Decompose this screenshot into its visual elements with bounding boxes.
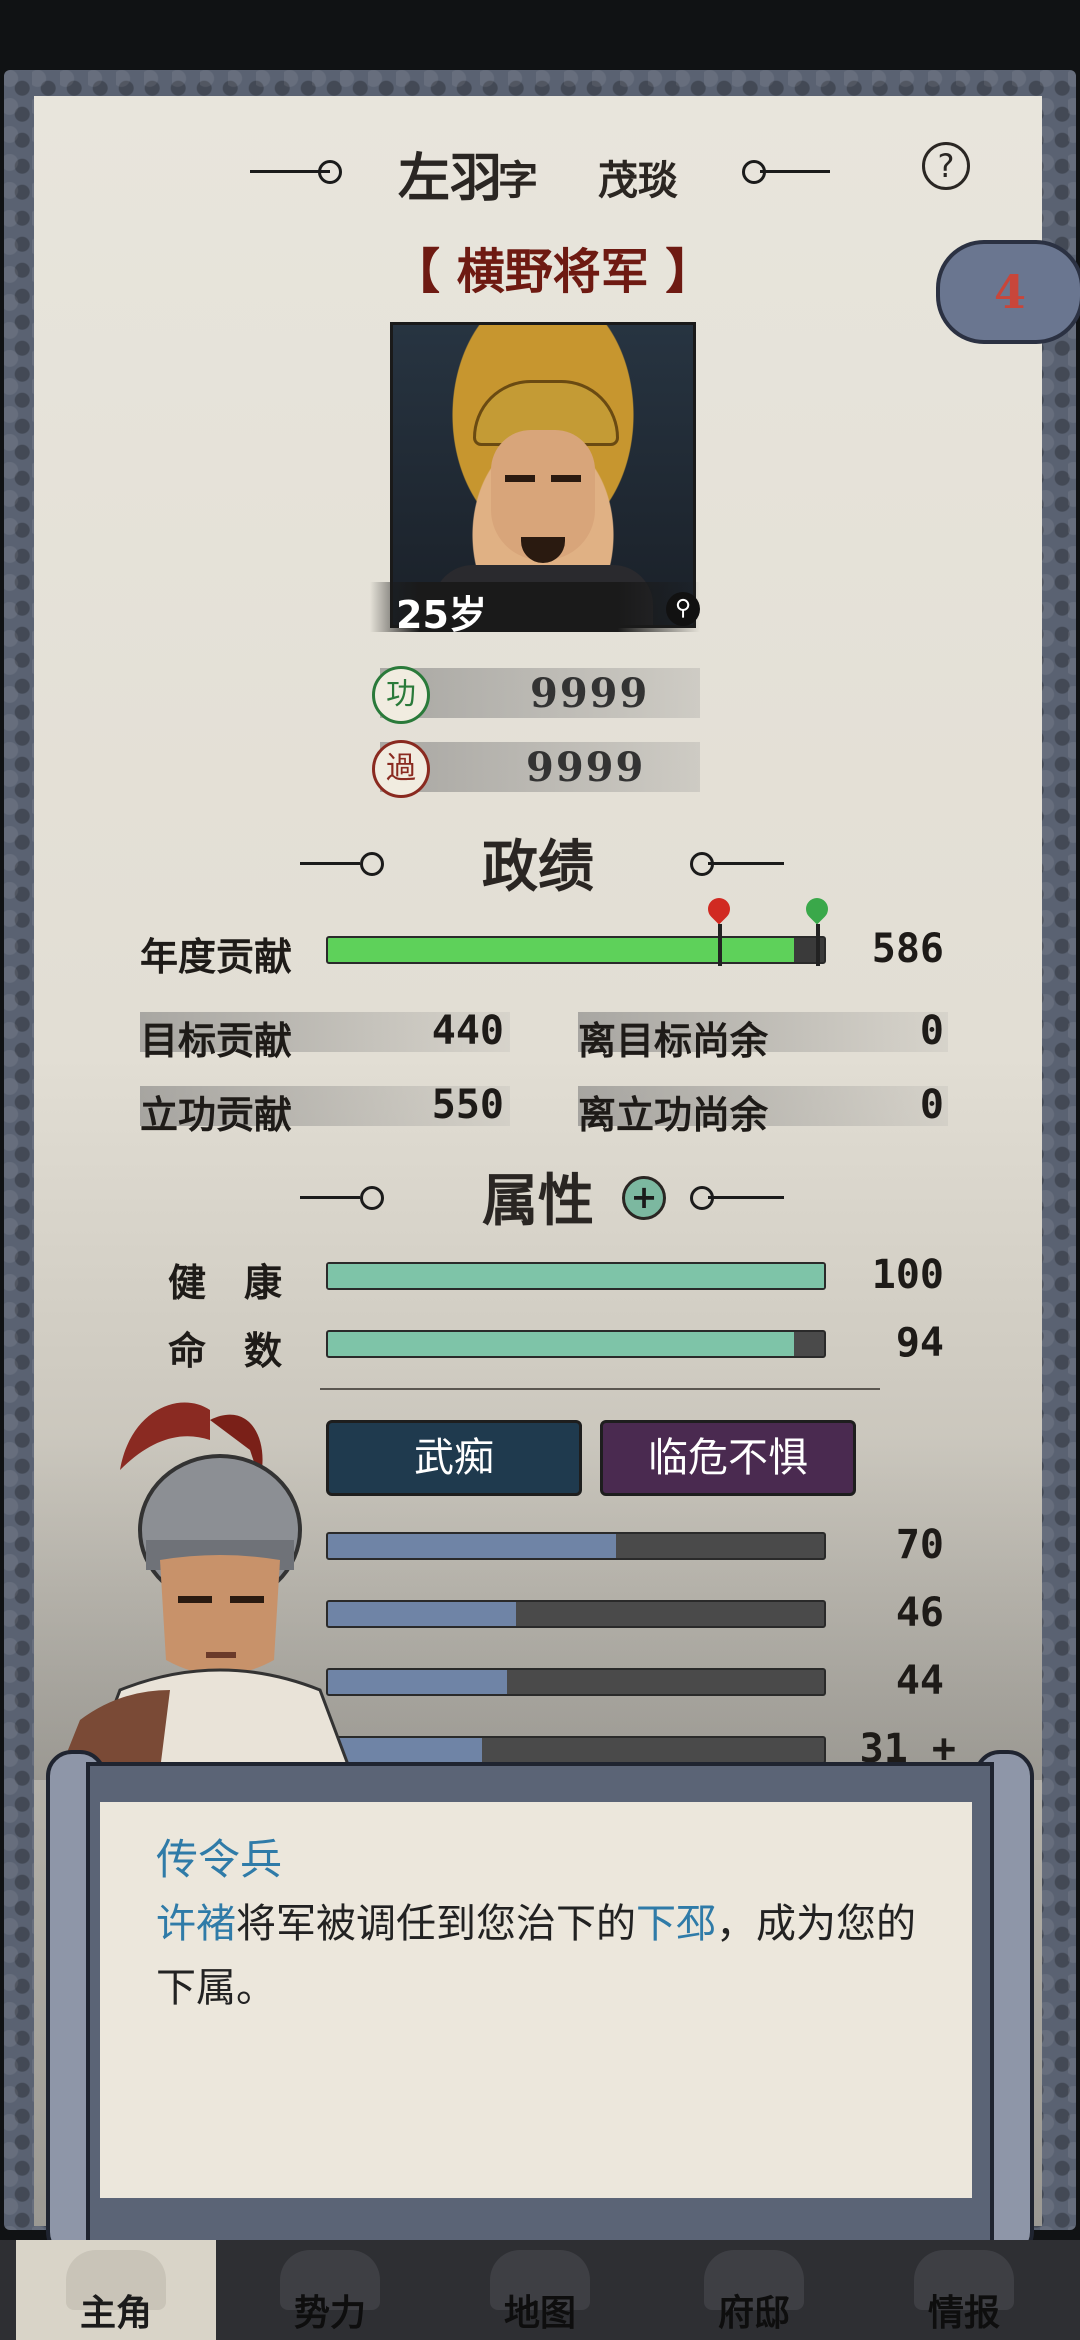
fate-bar	[326, 1330, 826, 1358]
title-ornament-right	[760, 170, 830, 173]
fate-fill	[328, 1332, 795, 1356]
messenger-soldier-portrait	[60, 1402, 352, 1770]
courtesy-name: 茂琰	[598, 158, 678, 204]
cloud-badge-count: 4	[993, 265, 1026, 319]
stat-bar	[326, 1736, 826, 1764]
nav-tab-label: 势力	[293, 2292, 366, 2334]
zoom-icon[interactable]: ⚲	[666, 592, 700, 626]
nav-tab-protagonist[interactable]: 主角	[16, 2240, 216, 2340]
health-bar	[326, 1262, 826, 1290]
add-attribute-button[interactable]: +	[622, 1176, 666, 1220]
stat-bar	[326, 1668, 826, 1696]
nav-tab-mansion[interactable]: 府邸	[654, 2240, 854, 2340]
merit-contribution-label: 立功贡献	[140, 1093, 293, 1137]
annual-contribution-value: 586	[871, 926, 944, 972]
help-button[interactable]: ?	[922, 142, 970, 190]
annual-contribution-fill	[328, 938, 795, 962]
portrait-brow	[505, 475, 535, 482]
merit-marker-stem	[816, 924, 820, 966]
character-name: 左羽	[398, 148, 503, 209]
cloud-badge[interactable]: 4	[936, 240, 1080, 344]
section-ornament-left	[300, 862, 360, 865]
health-fill	[328, 1264, 824, 1288]
dialog-highlight-name: 许褚	[156, 1901, 236, 1947]
target-contribution-label: 目标贡献	[140, 1019, 293, 1063]
nav-tab-map[interactable]: 地图	[440, 2240, 640, 2340]
nav-tab-label: 情报	[927, 2292, 1000, 2334]
performance-title: 政绩	[482, 834, 594, 900]
annual-contribution-label: 年度贡献	[140, 935, 293, 979]
stat-value: 44	[895, 1658, 944, 1704]
rank-title: 【 横野将军 】	[392, 244, 714, 300]
target-contribution-value: 440	[431, 1008, 504, 1054]
to-target-value: 0	[919, 1008, 944, 1054]
nav-tab-intel[interactable]: 情报	[864, 2240, 1064, 2340]
to-merit-value: 0	[919, 1082, 944, 1128]
merit-icon: 功	[372, 666, 430, 724]
dialog-message: 许褚将军被调任到您治下的下邳，成为您的下属。	[156, 1892, 936, 2020]
nav-tab-faction[interactable]: 势力	[230, 2240, 430, 2340]
merit-contribution-value: 550	[431, 1082, 504, 1128]
dialog-highlight-place: 下邳	[636, 1901, 716, 1947]
fate-label: 命 数	[168, 1329, 283, 1373]
section-ornament-right	[708, 1196, 784, 1199]
demerit-icon: 過	[372, 740, 430, 798]
divider	[320, 1388, 880, 1390]
stat-value: 70	[895, 1522, 944, 1568]
stat-value: 46	[895, 1590, 944, 1636]
stat-bar	[326, 1600, 826, 1628]
portrait-brow	[551, 475, 581, 482]
trait-button-linweibuju[interactable]: 临危不惧	[600, 1420, 856, 1496]
attributes-title: 属性	[482, 1168, 594, 1234]
portrait-beard	[521, 537, 565, 563]
health-value: 100	[871, 1252, 944, 1298]
courtesy-label: 字	[498, 158, 538, 204]
target-marker-stem	[718, 924, 722, 966]
merit-value: 9999	[530, 670, 650, 717]
stat-bar	[326, 1532, 826, 1560]
dialog-speaker: 传令兵	[156, 1835, 283, 1884]
dialog-text: 将军被调任到您治下的	[236, 1901, 636, 1947]
nav-tab-label: 府邸	[717, 2292, 790, 2334]
fate-value: 94	[895, 1320, 944, 1366]
nav-tab-label: 主角	[79, 2292, 152, 2334]
to-merit-label: 离立功尚余	[578, 1093, 769, 1137]
age-label: 25岁	[396, 593, 487, 637]
nav-tab-label: 地图	[503, 2292, 576, 2334]
section-ornament-left-knot	[360, 1186, 384, 1210]
section-ornament-left-knot	[360, 852, 384, 876]
demerit-value: 9999	[526, 744, 646, 791]
annual-contribution-bar	[326, 936, 826, 964]
title-ornament-left-knot	[318, 160, 342, 184]
to-target-label: 离目标尚余	[578, 1019, 769, 1063]
section-ornament-right	[708, 862, 784, 865]
health-label: 健 康	[168, 1261, 283, 1305]
section-ornament-left	[300, 1196, 360, 1199]
